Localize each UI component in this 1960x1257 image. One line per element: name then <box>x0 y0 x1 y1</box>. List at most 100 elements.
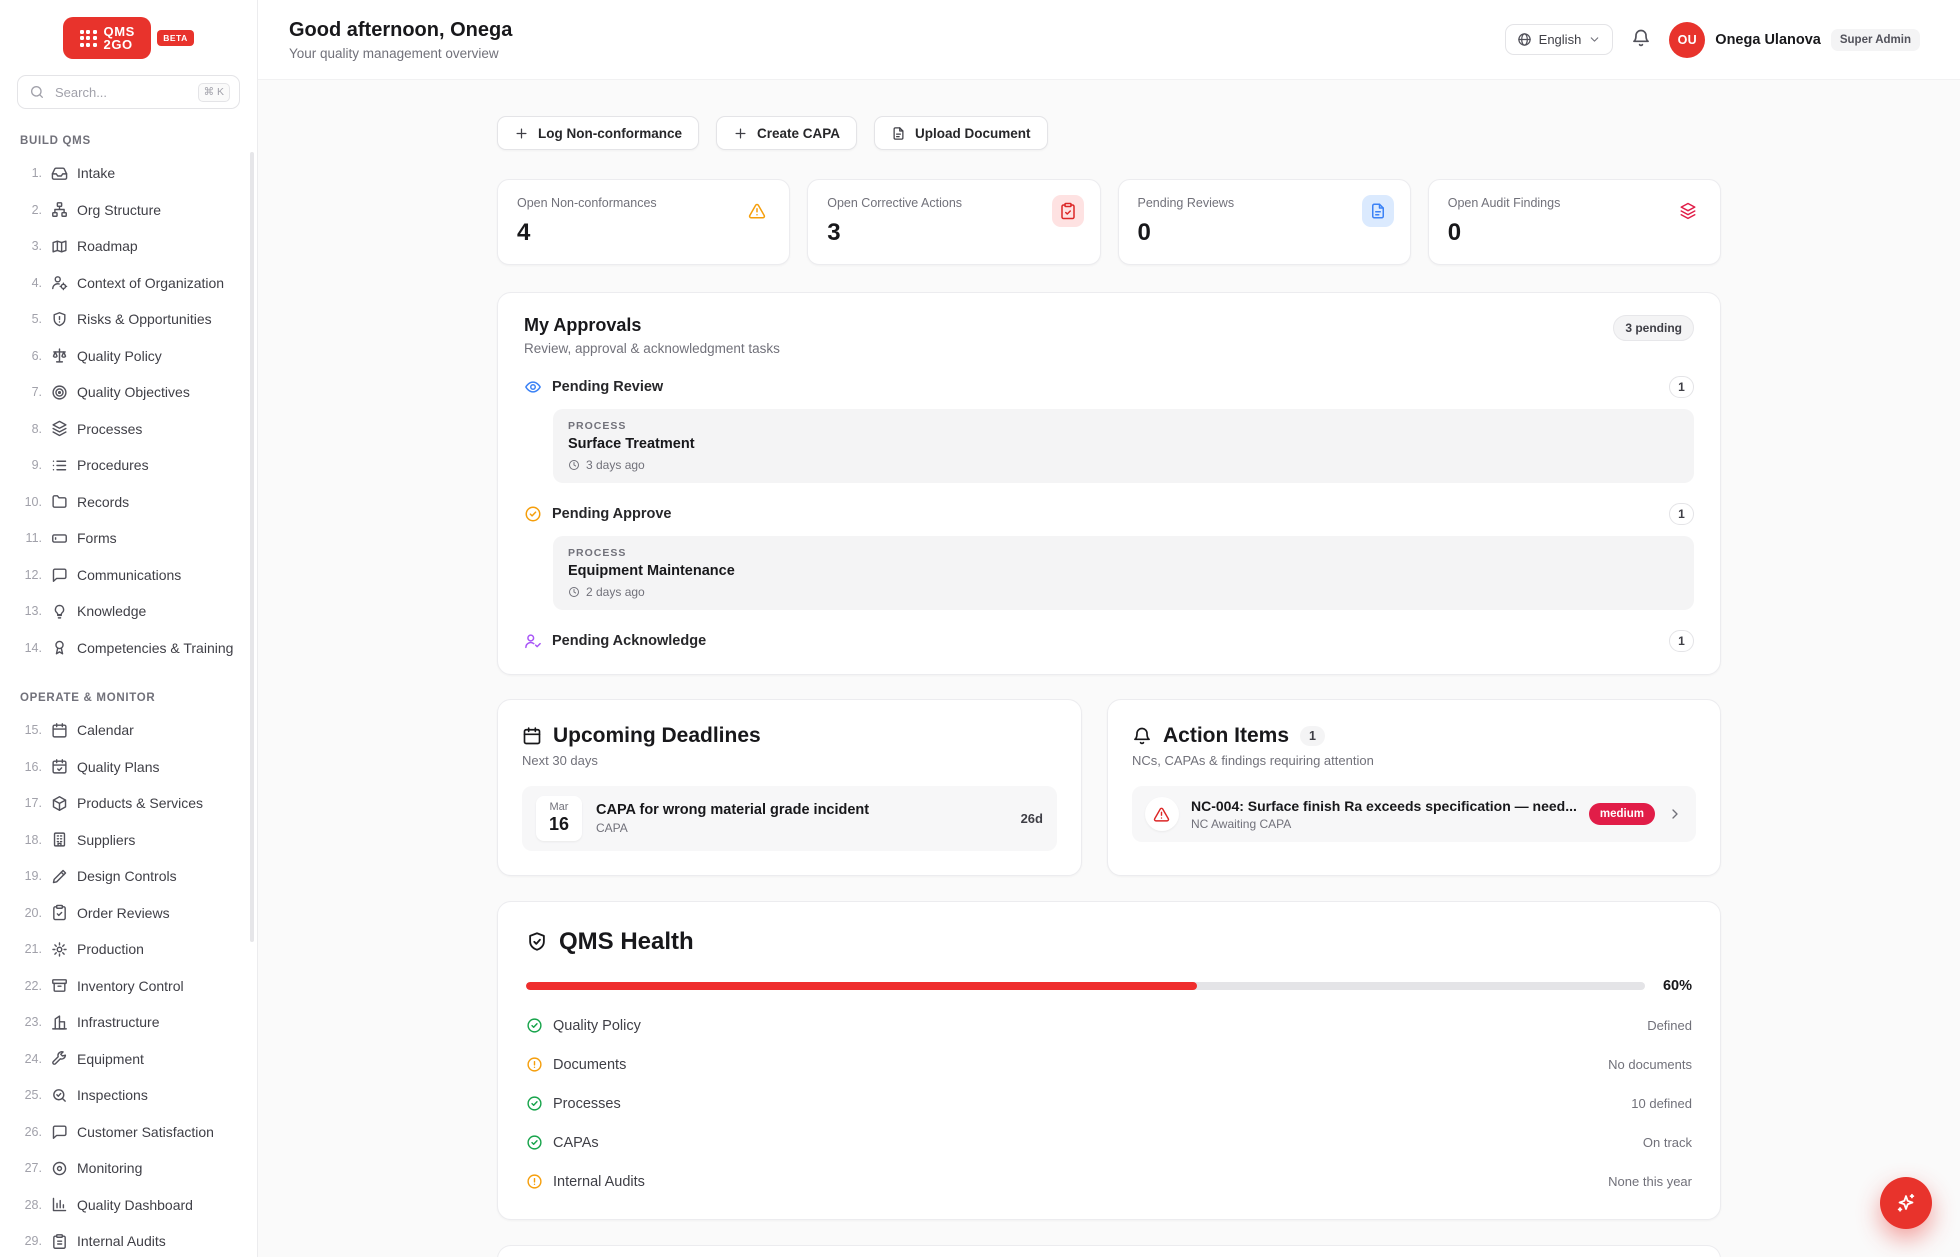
sidebar-item-records[interactable]: 10.Records <box>12 484 245 521</box>
nav-item-number: 6. <box>20 349 42 363</box>
clipboard-check-icon <box>51 904 68 921</box>
sidebar-item-intake[interactable]: 1.Intake <box>12 155 245 192</box>
sidebar-item-monitoring[interactable]: 27.Monitoring <box>12 1150 245 1187</box>
search-box[interactable]: ⌘ K <box>17 75 240 109</box>
qms-health-progress-label: 60% <box>1663 978 1692 994</box>
sparkles-icon <box>1895 1192 1917 1214</box>
nav-item-label: Forms <box>77 530 117 546</box>
nav-item-label: Suppliers <box>77 832 135 848</box>
scan-eye-icon <box>51 1160 68 1177</box>
approval-item[interactable]: PROCESSEquipment Maintenance2 days ago <box>553 536 1694 610</box>
message-icon <box>51 566 68 583</box>
sidebar-item-communications[interactable]: 12.Communications <box>12 557 245 594</box>
wrench-icon <box>51 1050 68 1067</box>
nav-item-label: Monitoring <box>77 1160 142 1176</box>
approval-group-header[interactable]: Pending Review1 <box>524 376 1694 398</box>
search-input[interactable] <box>53 84 190 101</box>
folder-icon <box>51 493 68 510</box>
sidebar-item-roadmap[interactable]: 3.Roadmap <box>12 228 245 265</box>
clock-icon <box>568 459 580 471</box>
notifications-button[interactable] <box>1631 28 1651 51</box>
sidebar-item-org-structure[interactable]: 2.Org Structure <box>12 192 245 229</box>
nav-item-number: 7. <box>20 385 42 399</box>
building-icon <box>51 831 68 848</box>
sidebar-item-risks-opportunities[interactable]: 5.Risks & Opportunities <box>12 301 245 338</box>
org-chart-icon <box>51 201 68 218</box>
nav-item-number: 19. <box>20 869 42 883</box>
sidebar-item-inspections[interactable]: 25.Inspections <box>12 1077 245 1114</box>
sidebar-item-order-reviews[interactable]: 20.Order Reviews <box>12 895 245 932</box>
sidebar-item-production[interactable]: 21.Production <box>12 931 245 968</box>
action-item[interactable]: NC-004: Surface finish Ra exceeds specif… <box>1132 786 1696 842</box>
stat-label: Open Non-conformances <box>517 196 770 210</box>
app-logo: QMS2GO BETA <box>0 0 257 59</box>
dashboard-content: Log Non-conformance Create CAPA Upload Doc… <box>258 80 1960 1257</box>
pen-tool-icon <box>51 868 68 885</box>
sidebar-item-quality-policy[interactable]: 6.Quality Policy <box>12 338 245 375</box>
sidebar-item-internal-audits[interactable]: 29.Internal Audits <box>12 1223 245 1257</box>
approval-group-header[interactable]: Pending Approve1 <box>524 503 1694 525</box>
sidebar-item-competencies-training[interactable]: 14.Competencies & Training <box>12 630 245 667</box>
sidebar-item-infrastructure[interactable]: 23.Infrastructure <box>12 1004 245 1041</box>
sidebar-item-knowledge[interactable]: 13.Knowledge <box>12 593 245 630</box>
nav-item-number: 13. <box>20 604 42 618</box>
deadline-item[interactable]: Mar16CAPA for wrong material grade incid… <box>522 786 1057 851</box>
sidebar-item-customer-satisfaction[interactable]: 26.Customer Satisfaction <box>12 1114 245 1151</box>
health-row-label: Internal Audits <box>553 1174 645 1190</box>
sidebar-scrollbar[interactable] <box>250 152 254 942</box>
sidebar-item-context-of-organization[interactable]: 4.Context of Organization <box>12 265 245 302</box>
sidebar-item-inventory-control[interactable]: 22.Inventory Control <box>12 968 245 1005</box>
health-row-processes: Processes10 defined <box>526 1084 1692 1123</box>
sidebar-item-calendar[interactable]: 15.Calendar <box>12 712 245 749</box>
nav-item-number: 21. <box>20 942 42 956</box>
create-capa-button[interactable]: Create CAPA <box>716 116 857 150</box>
approval-group-count: 1 <box>1669 503 1694 525</box>
cog-icon <box>51 941 68 958</box>
sidebar-item-processes[interactable]: 8.Processes <box>12 411 245 448</box>
action-item-subtitle: NC Awaiting CAPA <box>1191 817 1577 831</box>
stat-card-open-audit-findings[interactable]: Open Audit Findings0 <box>1428 179 1721 265</box>
sidebar-item-design-controls[interactable]: 19.Design Controls <box>12 858 245 895</box>
sidebar-item-forms[interactable]: 11.Forms <box>12 520 245 557</box>
approval-group-header[interactable]: Pending Acknowledge1 <box>524 630 1694 652</box>
approval-item[interactable]: PROCESSSurface Treatment3 days ago <box>553 409 1694 483</box>
qms-health-title: QMS Health <box>559 928 694 956</box>
sidebar-item-quality-dashboard[interactable]: 28.Quality Dashboard <box>12 1187 245 1224</box>
sidebar-item-equipment[interactable]: 24.Equipment <box>12 1041 245 1078</box>
user-menu[interactable]: OU Onega Ulanova Super Admin <box>1669 22 1920 58</box>
assistant-fab[interactable] <box>1880 1177 1932 1229</box>
sidebar-item-quality-objectives[interactable]: 7.Quality Objectives <box>12 374 245 411</box>
stat-card-open-non-conformances[interactable]: Open Non-conformances4 <box>497 179 790 265</box>
stat-card-open-corrective-actions[interactable]: Open Corrective Actions3 <box>807 179 1100 265</box>
log-non-conformance-button[interactable]: Log Non-conformance <box>497 116 699 150</box>
search-icon <box>29 84 45 100</box>
nav-item-number: 18. <box>20 833 42 847</box>
clipboard-list-icon <box>51 1233 68 1250</box>
quick-actions: Log Non-conformance Create CAPA Upload Doc… <box>497 116 1721 150</box>
approvals-header: My Approvals Review, approval & acknowle… <box>524 315 1694 356</box>
brand-logo[interactable]: QMS2GO <box>63 17 151 59</box>
sidebar-item-procedures[interactable]: 9.Procedures <box>12 447 245 484</box>
nav-item-number: 16. <box>20 760 42 774</box>
language-selector[interactable]: English <box>1505 24 1614 55</box>
sidebar-item-quality-plans[interactable]: 16.Quality Plans <box>12 749 245 786</box>
bell-icon <box>1631 28 1651 48</box>
sidebar-item-products-services[interactable]: 17.Products & Services <box>12 785 245 822</box>
upload-document-button[interactable]: Upload Document <box>874 116 1048 150</box>
logo-grid-icon <box>80 30 97 47</box>
chevron-right-icon[interactable] <box>1667 806 1683 822</box>
nav-item-number: 8. <box>20 422 42 436</box>
my-approvals-card: My Approvals Review, approval & acknowle… <box>497 292 1721 675</box>
pending-count-badge: 3 pending <box>1613 315 1694 341</box>
sidebar-item-suppliers[interactable]: 18. Suppliers <box>12 822 245 859</box>
avatar[interactable]: OU <box>1669 22 1705 58</box>
approval-group-count: 1 <box>1669 630 1694 652</box>
nav-item-number: 17. <box>20 796 42 810</box>
stat-cards: Open Non-conformances4Open Corrective Ac… <box>497 179 1721 265</box>
stat-card-pending-reviews[interactable]: Pending Reviews0 <box>1118 179 1411 265</box>
greeting-block: Good afternoon, Onega Your quality manag… <box>289 19 512 61</box>
next-section-partial <box>497 1245 1721 1257</box>
nav-item-number: 12. <box>20 568 42 582</box>
circle-check-icon <box>526 1017 543 1034</box>
approval-item-title: Equipment Maintenance <box>568 563 1679 579</box>
